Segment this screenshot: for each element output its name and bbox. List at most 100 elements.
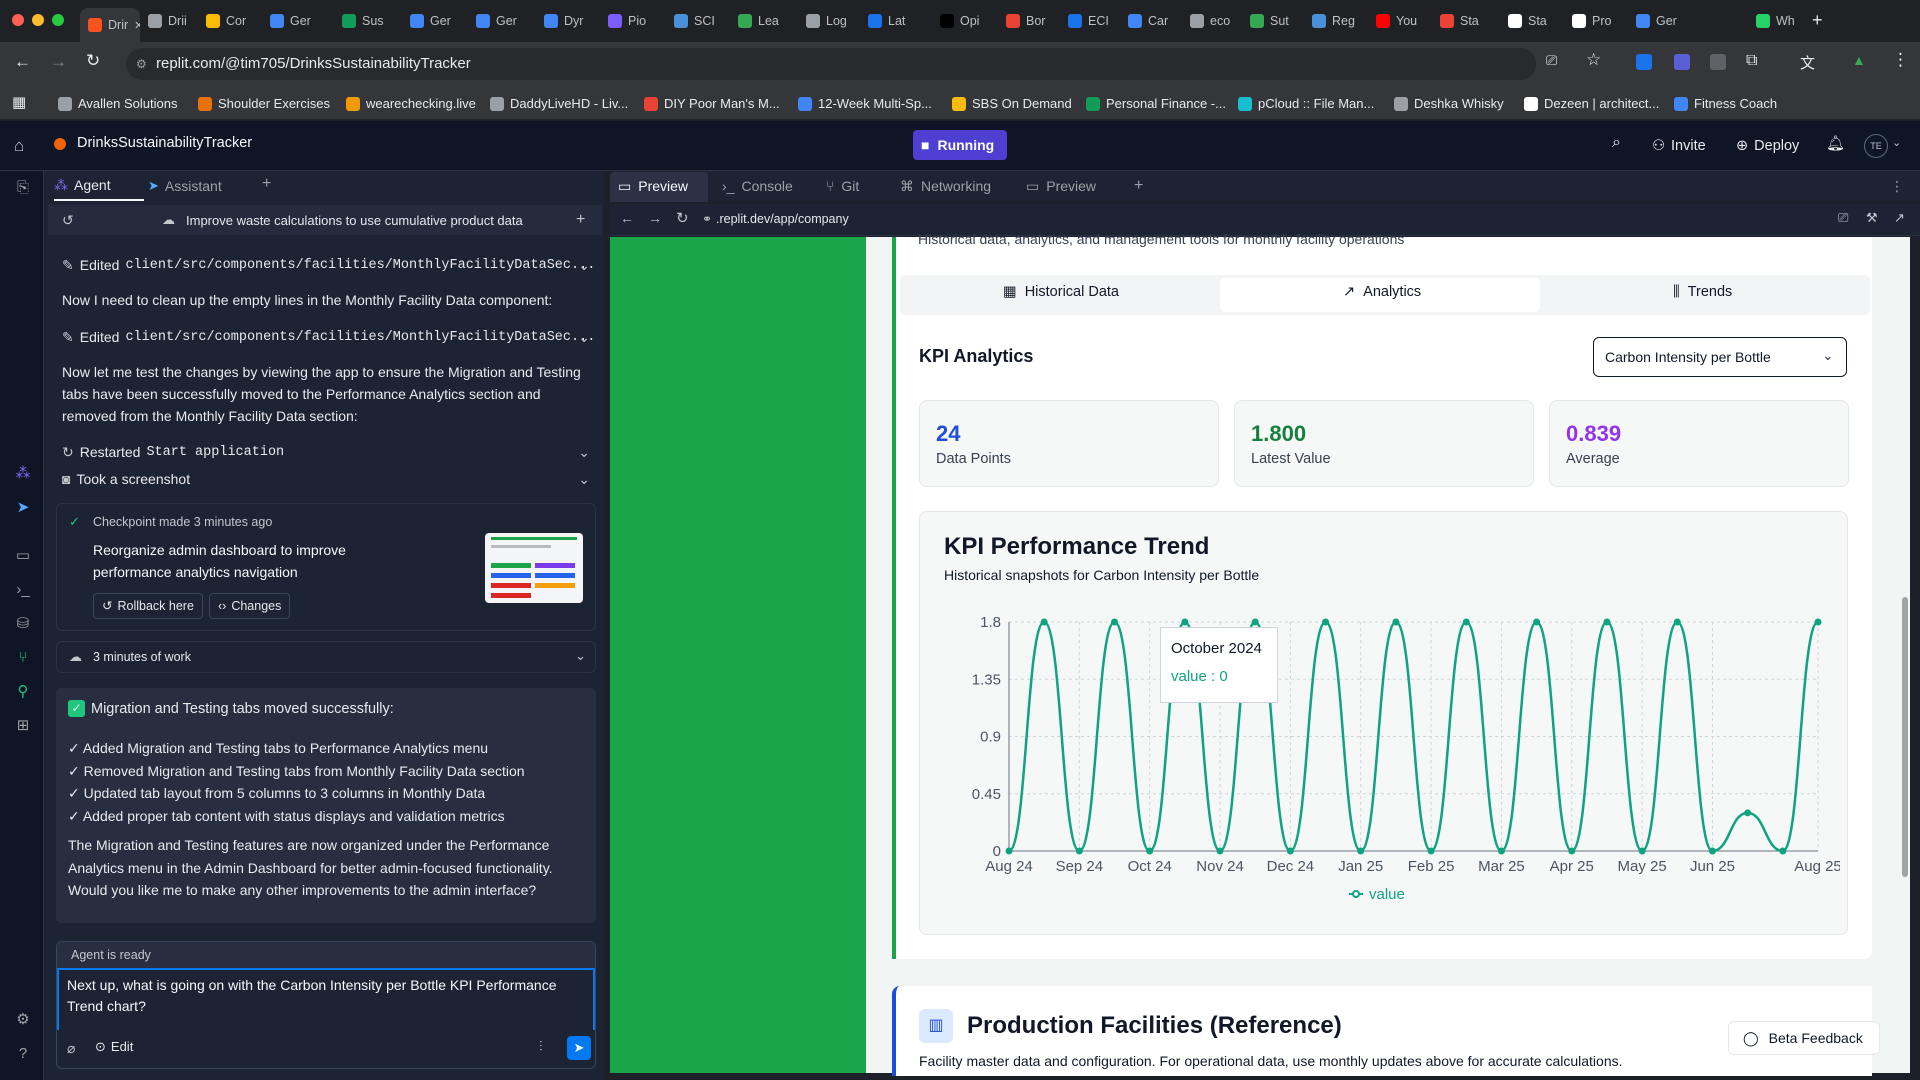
bookmark-item[interactable]: Fitness Coach bbox=[1674, 96, 1777, 111]
edit-mode-button[interactable]: ⊙ Edit bbox=[95, 1039, 133, 1055]
project-name[interactable]: DrinksSustainabilityTracker bbox=[77, 135, 252, 151]
chevron-down-icon[interactable]: ⌄ bbox=[578, 329, 590, 346]
bookmark-item[interactable]: pCloud :: File Man... bbox=[1238, 96, 1374, 111]
bookmark-item[interactable]: Personal Finance -... bbox=[1086, 96, 1226, 111]
settings-icon[interactable]: ⚙ bbox=[14, 1011, 32, 1029]
translate-icon[interactable]: 文 bbox=[1800, 52, 1815, 73]
bookmark-item[interactable]: Shoulder Exercises bbox=[198, 96, 330, 111]
maximize-window-button[interactable] bbox=[52, 14, 64, 26]
checkpoint-thumbnail[interactable] bbox=[485, 533, 583, 603]
bookmark-item[interactable]: DIY Poor Man's M... bbox=[644, 96, 780, 111]
minimize-window-button[interactable] bbox=[32, 14, 44, 26]
close-tab-icon[interactable]: ✕ bbox=[134, 19, 140, 32]
invite-button[interactable]: ⚇ Invite bbox=[1652, 131, 1706, 161]
browser-tab[interactable]: Dyr bbox=[544, 8, 598, 34]
git-icon[interactable]: ⑂ bbox=[14, 649, 32, 667]
avatar[interactable]: TE bbox=[1864, 134, 1888, 158]
open-new-tab-icon[interactable]: ↗ bbox=[1894, 210, 1905, 226]
reload-icon[interactable]: ↻ bbox=[86, 51, 100, 71]
bookmark-item[interactable]: SBS On Demand bbox=[952, 96, 1072, 111]
database-icon[interactable]: ⛁ bbox=[14, 615, 32, 633]
add-tab-button[interactable]: + bbox=[262, 175, 271, 193]
kebab-menu-icon[interactable]: ⋮ bbox=[1890, 171, 1904, 201]
send-button[interactable]: ➤ bbox=[567, 1036, 591, 1060]
browser-tab[interactable]: Sta bbox=[1508, 8, 1562, 34]
new-thread-button[interactable]: + bbox=[576, 211, 585, 229]
browser-tab[interactable]: Cor bbox=[206, 8, 260, 34]
bookmark-item[interactable]: DaddyLiveHD - Liv... bbox=[490, 96, 628, 111]
restart-step[interactable]: ↻ Restarted Start application ⌄ bbox=[62, 441, 602, 463]
tab-git[interactable]: ⑂ Git bbox=[826, 171, 859, 201]
tab-trends[interactable]: ⫼ Trends bbox=[1673, 284, 1732, 300]
preview-scrollbar[interactable] bbox=[1900, 237, 1910, 1073]
assistant-icon[interactable]: ➤ bbox=[14, 499, 32, 517]
browser-tab[interactable]: Ger bbox=[476, 8, 530, 34]
browser-tab[interactable]: Sut bbox=[1250, 8, 1304, 34]
close-window-button[interactable] bbox=[12, 14, 24, 26]
browser-tab[interactable]: Sta bbox=[1440, 8, 1494, 34]
browser-tab[interactable]: Pio bbox=[608, 8, 662, 34]
user-icon[interactable]: ⚲ bbox=[14, 683, 32, 701]
browser-tab[interactable]: Sus bbox=[342, 8, 396, 34]
browser-tab[interactable]: Ger bbox=[410, 8, 464, 34]
puzzle-icon[interactable]: ⧉ bbox=[1746, 52, 1757, 70]
devtools-icon[interactable]: ⚒ bbox=[1866, 210, 1878, 226]
site-info-icon[interactable]: ⚙ bbox=[136, 48, 147, 80]
bookmark-item[interactable]: 12-Week Multi-Sp... bbox=[798, 96, 932, 111]
browser-tab[interactable]: Bor bbox=[1006, 8, 1060, 34]
chevron-down-icon[interactable]: ⌄ bbox=[578, 444, 590, 461]
new-tab-button[interactable]: + bbox=[1812, 10, 1823, 31]
chevron-down-icon[interactable]: ⌄ bbox=[578, 257, 590, 274]
bookmark-item[interactable]: Avallen Solutions bbox=[58, 96, 178, 111]
browser-tab[interactable]: Lea bbox=[738, 8, 792, 34]
chevron-down-icon[interactable]: ⌄ bbox=[578, 471, 590, 488]
edit-step[interactable]: ✎ Edited client/src/components/facilitie… bbox=[62, 254, 602, 276]
cast-icon[interactable]: ⎚ bbox=[1546, 52, 1557, 69]
changes-button[interactable]: ‹› Changes bbox=[209, 593, 291, 619]
browser-tab[interactable]: Ger bbox=[270, 8, 324, 34]
rollback-button[interactable]: ↺ Rollback here bbox=[93, 593, 203, 619]
browser-tab[interactable]: Log bbox=[806, 8, 860, 34]
browser-tab[interactable]: Wh bbox=[1756, 8, 1810, 34]
forward-icon[interactable]: → bbox=[648, 210, 662, 226]
tab-networking[interactable]: ⌘ Networking bbox=[900, 171, 991, 201]
chat-input[interactable]: Next up, what is going on with the Carbo… bbox=[67, 975, 577, 1017]
tab-preview-2[interactable]: ▭ Preview bbox=[1026, 171, 1096, 201]
preview-icon[interactable]: ▭ bbox=[14, 547, 32, 565]
tab-historical-data[interactable]: ▦ Historical Data bbox=[1003, 284, 1119, 300]
devices-icon[interactable]: ⎚ bbox=[1838, 210, 1848, 226]
reload-icon[interactable]: ↻ bbox=[676, 209, 689, 227]
forward-icon[interactable]: → bbox=[50, 52, 67, 72]
chevron-down-icon[interactable]: ⌄ bbox=[575, 648, 586, 664]
run-button[interactable]: ■ Running bbox=[913, 130, 1007, 160]
apps-icon[interactable]: ⊞ bbox=[14, 717, 32, 735]
console-icon[interactable]: ›_ bbox=[14, 581, 32, 599]
bookmark-item[interactable]: Dezeen | architect... bbox=[1524, 96, 1659, 111]
apps-grid-icon[interactable]: ▦ bbox=[12, 93, 26, 111]
browser-tab[interactable]: Ger bbox=[1636, 8, 1690, 34]
profile-icon[interactable]: ▲ bbox=[1852, 52, 1866, 68]
extension-icon[interactable] bbox=[1636, 54, 1652, 70]
settings-sliders-icon[interactable]: ⫶ bbox=[539, 1038, 543, 1055]
help-icon[interactable]: ? bbox=[14, 1045, 32, 1063]
extension-icon[interactable] bbox=[1710, 54, 1726, 70]
home-icon[interactable]: ⌂ bbox=[14, 136, 24, 156]
browser-tab[interactable]: Lat bbox=[868, 8, 922, 34]
deploy-button[interactable]: ⊕ Deploy bbox=[1736, 131, 1799, 161]
screenshot-step[interactable]: ◙ Took a screenshot ⌄ bbox=[62, 468, 602, 490]
agent-icon[interactable]: ⁂ bbox=[14, 465, 32, 483]
browser-tab-active[interactable]: Drir ✕ bbox=[80, 8, 140, 42]
browser-tab[interactable]: Car bbox=[1128, 8, 1182, 34]
bell-icon[interactable]: 🔔︎ bbox=[1826, 134, 1845, 152]
bookmark-star-icon[interactable]: ☆ bbox=[1586, 50, 1601, 70]
back-icon[interactable]: ← bbox=[14, 52, 31, 72]
back-icon[interactable]: ← bbox=[620, 210, 634, 226]
tab-analytics[interactable]: ↗ Analytics bbox=[1343, 284, 1421, 300]
bookmark-item[interactable]: Deshka Whisky bbox=[1394, 96, 1504, 111]
search-icon[interactable]: ⌕ bbox=[1612, 134, 1621, 152]
browser-tab[interactable]: Drii bbox=[148, 8, 202, 34]
edit-step[interactable]: ✎ Edited client/src/components/facilitie… bbox=[62, 326, 602, 348]
browser-tab[interactable]: Pro bbox=[1572, 8, 1626, 34]
browser-tab[interactable]: SCI bbox=[674, 8, 728, 34]
browser-tab[interactable]: You bbox=[1376, 8, 1430, 34]
